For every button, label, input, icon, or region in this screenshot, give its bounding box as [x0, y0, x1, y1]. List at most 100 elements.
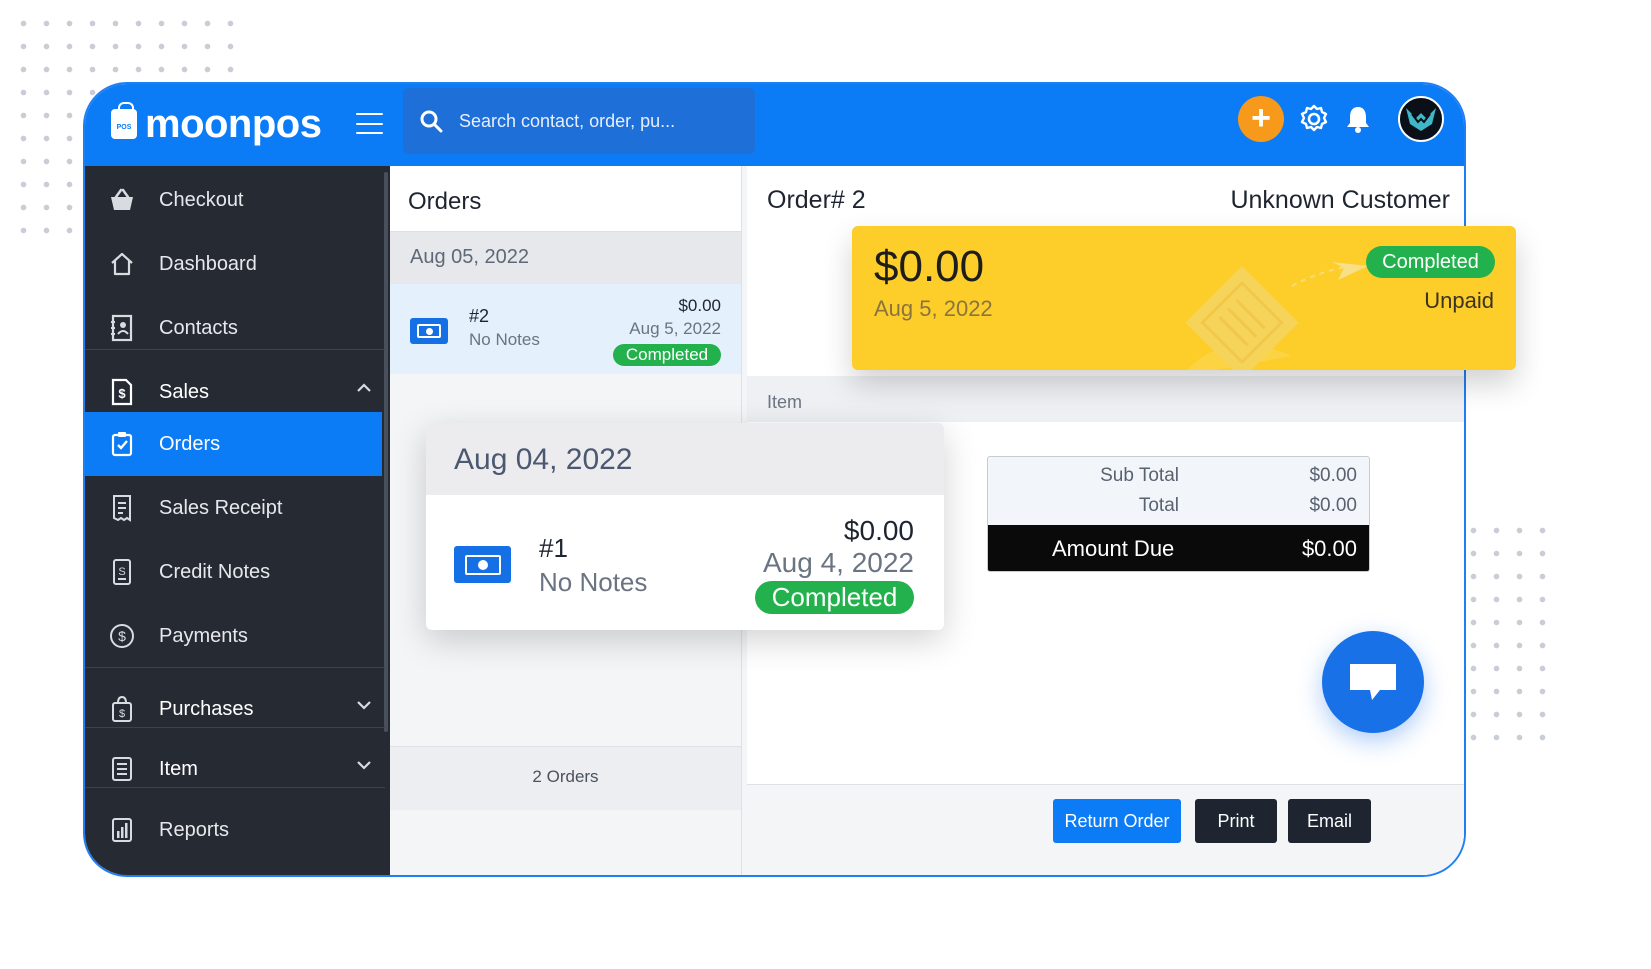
logo-text: moonpos — [145, 102, 322, 146]
order-title: Order# 2 — [767, 186, 866, 214]
sidebar-item-label: Reports — [159, 818, 230, 841]
sidebar-item-checkout[interactable]: Checkout — [85, 168, 382, 232]
sidebar-item-credit-notes[interactable]: S Credit Notes — [85, 540, 382, 604]
sidebar-item-label: Contacts — [159, 316, 238, 339]
order-number: #2 — [469, 306, 490, 326]
shopping-bag-icon: POS — [111, 102, 137, 139]
sidebar-section-purchases[interactable]: $ Purchases — [85, 677, 382, 741]
screen: POS moonpos + Checkout — [0, 0, 1651, 969]
sidebar-item-label: Orders — [159, 432, 221, 455]
orders-count: 2 Orders — [390, 746, 741, 810]
search-icon — [420, 110, 443, 133]
chat-bubble-icon — [1350, 664, 1396, 700]
total-value: $0.00 — [1309, 495, 1357, 516]
list-icon — [107, 754, 137, 784]
chevron-down-icon — [357, 761, 371, 770]
order-row[interactable]: #2 No Notes $0.00 Aug 5, 2022 Completed — [390, 284, 741, 374]
menu-icon[interactable] — [356, 113, 383, 134]
detail-actions: Return Order Print Email — [747, 784, 1464, 875]
order-popup-card[interactable]: Aug 04, 2022 #1 No Notes $0.00 Aug 4, 20… — [426, 423, 944, 630]
email-button[interactable]: Email — [1288, 799, 1371, 843]
date-group-header: Aug 05, 2022 — [390, 232, 741, 284]
sidebar-item-label: Credit Notes — [159, 560, 271, 583]
decorative-dots — [1462, 519, 1562, 749]
sidebar-divider — [85, 727, 385, 728]
order-amount: $0.00 — [678, 296, 721, 315]
dollar-document-icon: $ — [107, 377, 137, 407]
svg-text:$: $ — [118, 628, 126, 644]
totals-box: Sub Total $0.00 Total $0.00 Amount Due $… — [987, 456, 1370, 572]
top-bar: POS moonpos + — [85, 84, 1464, 166]
gear-icon[interactable] — [1298, 103, 1330, 135]
sidebar-item-label: Dashboard — [159, 252, 257, 275]
sidebar-item-label: Sales Receipt — [159, 496, 283, 519]
sidebar-item-reports[interactable]: Reports — [85, 798, 382, 862]
chevron-down-icon — [357, 701, 371, 710]
item-column-header: Item — [747, 376, 1464, 422]
sidebar-divider — [85, 667, 385, 668]
cash-icon — [454, 546, 511, 583]
search-box — [403, 88, 755, 154]
popup-order-amount: $0.00 — [843, 515, 914, 546]
total-label: Total — [1138, 495, 1179, 516]
add-button[interactable]: + — [1238, 96, 1284, 142]
home-icon — [107, 249, 137, 279]
cash-icon — [410, 318, 448, 344]
address-book-icon — [107, 313, 137, 343]
sidebar: Checkout Dashboard Contacts $ Sales Orde… — [85, 166, 390, 875]
sidebar-item-contacts[interactable]: Contacts — [85, 296, 382, 360]
dollar-circle-icon: $ — [107, 621, 137, 651]
logo[interactable]: POS moonpos — [111, 102, 322, 146]
chat-button[interactable] — [1322, 631, 1424, 733]
sidebar-item-label: Checkout — [159, 188, 244, 211]
order-date: Aug 5, 2022 — [629, 319, 721, 338]
sidebar-item-label: Item — [159, 757, 198, 780]
summary-amount: $0.00 — [874, 242, 985, 291]
popup-order-date: Aug 4, 2022 — [762, 547, 914, 578]
avatar[interactable] — [1398, 96, 1444, 142]
sidebar-item-orders[interactable]: Orders — [85, 412, 382, 476]
clipboard-check-icon — [107, 429, 137, 459]
popup-date-header: Aug 04, 2022 — [426, 423, 944, 495]
note-icon: S — [107, 557, 137, 587]
sidebar-scrollbar[interactable] — [384, 172, 388, 732]
amount-due-value: $0.00 — [1301, 536, 1357, 561]
sidebar-item-label: Payments — [159, 624, 248, 647]
svg-text:$: $ — [118, 386, 126, 401]
return-order-button[interactable]: Return Order — [1053, 799, 1181, 843]
subtotal-value: $0.00 — [1309, 465, 1357, 486]
status-badge: Completed — [1366, 246, 1495, 278]
chevron-up-icon — [357, 383, 371, 392]
status-badge: Completed — [613, 344, 721, 366]
status-badge: Completed — [755, 581, 914, 614]
sidebar-section-item[interactable]: Item — [85, 737, 382, 801]
sidebar-item-dashboard[interactable]: Dashboard — [85, 232, 382, 296]
orders-title: Orders — [390, 166, 741, 232]
bell-icon[interactable] — [1344, 104, 1372, 134]
svg-text:$: $ — [119, 708, 125, 720]
popup-order-number: #1 — [539, 533, 568, 563]
sidebar-divider — [85, 787, 385, 788]
decorative-paper-plane-icon — [1185, 262, 1368, 370]
sidebar-item-label: Sales — [159, 380, 210, 403]
bar-chart-icon — [107, 815, 137, 845]
amount-due-label: Amount Due — [1052, 536, 1175, 561]
order-summary-card: $0.00 Aug 5, 2022 Completed Unpaid — [852, 226, 1516, 370]
shopping-bag-dollar-icon: $ — [107, 694, 137, 724]
svg-text:S: S — [118, 566, 125, 578]
customer-name[interactable]: Unknown Customer — [1230, 186, 1450, 215]
search-input[interactable] — [459, 110, 719, 132]
print-button[interactable]: Print — [1195, 799, 1277, 843]
popup-order-notes: No Notes — [539, 567, 648, 597]
basket-icon — [107, 185, 137, 215]
sidebar-item-sales-receipt[interactable]: Sales Receipt — [85, 476, 382, 540]
amount-due-row: Amount Due $0.00 — [988, 525, 1369, 571]
sidebar-item-payments[interactable]: $ Payments — [85, 604, 382, 668]
user-avatar-icon — [1406, 108, 1436, 131]
sidebar-divider — [85, 349, 385, 350]
sidebar-item-label: Purchases — [159, 697, 254, 720]
logo-badge-text: POS — [116, 123, 132, 131]
receipt-icon — [107, 493, 137, 523]
subtotal-label: Sub Total — [1100, 465, 1179, 486]
top-actions: + — [1238, 96, 1444, 142]
